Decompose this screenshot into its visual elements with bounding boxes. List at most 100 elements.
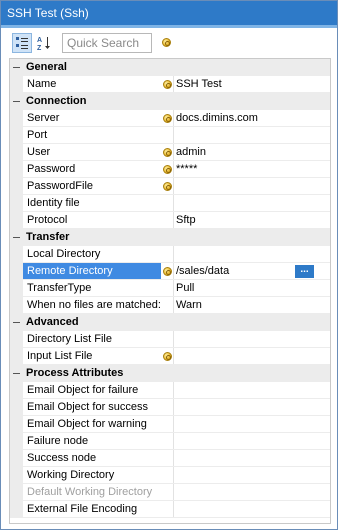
property-value[interactable]: [173, 450, 330, 466]
property-name[interactable]: When no files are matched:: [23, 297, 161, 313]
property-name[interactable]: Failure node: [23, 433, 161, 449]
collapse-icon: [12, 233, 21, 242]
property-row[interactable]: Failure node: [10, 433, 330, 450]
property-name[interactable]: Remote Directory: [23, 263, 161, 279]
property-value[interactable]: [173, 484, 330, 500]
property-window: SSH Test (Ssh) A Z General Name SSH Test Co…: [0, 0, 338, 530]
property-value[interactable]: [173, 127, 330, 143]
quick-search-input[interactable]: [62, 32, 152, 53]
property-row[interactable]: Protocol Sftp: [10, 212, 330, 229]
property-row[interactable]: Identity file: [10, 195, 330, 212]
property-row[interactable]: Default Working Directory: [10, 484, 330, 501]
property-row[interactable]: Password *****: [10, 161, 330, 178]
property-row[interactable]: When no files are matched: Warn: [10, 297, 330, 314]
property-value-text: SSH Test: [176, 78, 222, 90]
property-value[interactable]: [173, 416, 330, 432]
property-value[interactable]: [173, 178, 330, 194]
property-value[interactable]: [173, 195, 330, 211]
property-value[interactable]: admin: [173, 144, 330, 160]
collapse-toggle[interactable]: [10, 229, 23, 245]
collapse-icon: [12, 63, 21, 72]
property-value[interactable]: [173, 382, 330, 398]
property-name[interactable]: Server: [23, 110, 161, 126]
collapse-toggle[interactable]: [10, 314, 23, 330]
property-row[interactable]: Directory List File: [10, 331, 330, 348]
property-icon-slot: [161, 467, 173, 483]
property-name[interactable]: External File Encoding: [23, 501, 161, 517]
coin-icon[interactable]: [162, 147, 172, 157]
property-row[interactable]: TransferType Pull: [10, 280, 330, 297]
collapse-toggle[interactable]: [10, 365, 23, 381]
property-value[interactable]: /sales/data...: [173, 263, 330, 279]
property-value[interactable]: Pull: [173, 280, 330, 296]
property-row[interactable]: Server docs.dimins.com: [10, 110, 330, 127]
property-icon-slot: [161, 263, 173, 279]
property-name[interactable]: TransferType: [23, 280, 161, 296]
property-value[interactable]: docs.dimins.com: [173, 110, 330, 126]
property-name[interactable]: User: [23, 144, 161, 160]
property-value[interactable]: [173, 348, 330, 364]
property-icon-slot: [161, 433, 173, 449]
property-name[interactable]: Working Directory: [23, 467, 161, 483]
property-row[interactable]: Name SSH Test: [10, 76, 330, 93]
property-row[interactable]: Input List File: [10, 348, 330, 365]
property-name[interactable]: Name: [23, 76, 161, 92]
row-gutter: [10, 467, 23, 483]
coin-icon[interactable]: [162, 181, 172, 191]
property-name[interactable]: Identity file: [23, 195, 161, 211]
property-row[interactable]: Port: [10, 127, 330, 144]
property-icon-slot: [161, 144, 173, 160]
property-value[interactable]: [173, 467, 330, 483]
property-value[interactable]: Warn: [173, 297, 330, 313]
property-row[interactable]: Email Object for warning: [10, 416, 330, 433]
coin-icon[interactable]: [162, 113, 172, 123]
browse-button[interactable]: ...: [295, 264, 314, 278]
property-row[interactable]: Email Object for failure: [10, 382, 330, 399]
property-name[interactable]: Protocol: [23, 212, 161, 228]
property-name[interactable]: Directory List File: [23, 331, 161, 347]
property-value[interactable]: [173, 399, 330, 415]
property-name[interactable]: Email Object for success: [23, 399, 161, 415]
property-value[interactable]: SSH Test: [173, 76, 330, 92]
property-name[interactable]: Success node: [23, 450, 161, 466]
property-row[interactable]: Local Directory: [10, 246, 330, 263]
property-row[interactable]: PasswordFile: [10, 178, 330, 195]
property-icon-slot: [161, 484, 173, 500]
category-advanced[interactable]: Advanced: [10, 314, 330, 331]
property-name[interactable]: Default Working Directory: [23, 484, 161, 500]
property-value[interactable]: Sftp: [173, 212, 330, 228]
property-value[interactable]: [173, 433, 330, 449]
property-name[interactable]: Password: [23, 161, 161, 177]
property-row[interactable]: User admin: [10, 144, 330, 161]
coin-icon[interactable]: [162, 266, 172, 276]
property-name[interactable]: Email Object for warning: [23, 416, 161, 432]
property-value[interactable]: [173, 501, 330, 517]
coin-icon[interactable]: [162, 79, 172, 89]
category-connection[interactable]: Connection: [10, 93, 330, 110]
categorized-view-button[interactable]: [12, 32, 32, 53]
property-row[interactable]: External File Encoding: [10, 501, 330, 518]
property-name[interactable]: Port: [23, 127, 161, 143]
collapse-toggle[interactable]: [10, 59, 23, 75]
property-row[interactable]: Success node: [10, 450, 330, 467]
alphabetical-view-button[interactable]: A Z: [34, 33, 54, 53]
row-gutter: [10, 280, 23, 296]
property-name[interactable]: PasswordFile: [23, 178, 161, 194]
category-general[interactable]: General: [10, 59, 330, 76]
property-row[interactable]: Email Object for success: [10, 399, 330, 416]
property-value[interactable]: [173, 246, 330, 262]
coin-icon[interactable]: [162, 38, 171, 47]
collapse-toggle[interactable]: [10, 93, 23, 109]
category-transfer[interactable]: Transfer: [10, 229, 330, 246]
property-name[interactable]: Input List File: [23, 348, 161, 364]
coin-icon[interactable]: [162, 164, 172, 174]
property-value-text: admin: [176, 146, 206, 158]
property-value[interactable]: [173, 331, 330, 347]
category-process-attributes[interactable]: Process Attributes: [10, 365, 330, 382]
property-name[interactable]: Email Object for failure: [23, 382, 161, 398]
property-name[interactable]: Local Directory: [23, 246, 161, 262]
coin-icon[interactable]: [162, 351, 172, 361]
property-value[interactable]: *****: [173, 161, 330, 177]
property-row[interactable]: Remote Directory/sales/data...: [10, 263, 330, 280]
property-row[interactable]: Working Directory: [10, 467, 330, 484]
